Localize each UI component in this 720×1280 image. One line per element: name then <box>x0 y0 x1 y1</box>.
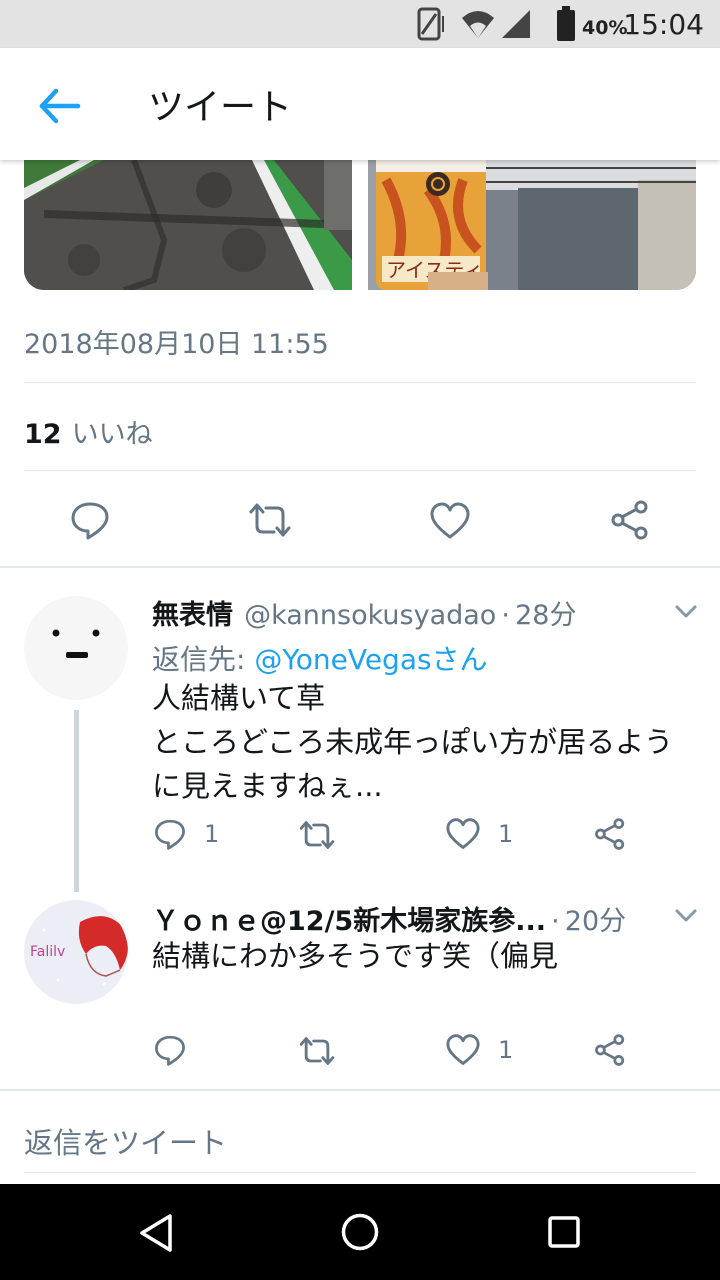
share-icon[interactable] <box>610 500 650 540</box>
signal-icon <box>502 10 530 38</box>
like-heart-icon[interactable] <box>446 1034 480 1066</box>
reply-header: Ｙｏｎｅ@12/5新木場家族参... · 20分 <box>152 899 626 938</box>
thread-line <box>74 710 79 892</box>
share-icon[interactable] <box>594 818 626 850</box>
home-circle-icon[interactable] <box>340 1212 380 1252</box>
anime-drawing-avatar: Falilv <box>24 900 128 1004</box>
recents-square-icon[interactable] <box>546 1214 582 1250</box>
section-separator <box>0 1089 720 1091</box>
reply-time: 28分 <box>515 600 577 631</box>
time-separator: · <box>501 600 511 631</box>
reply-header: 無表情 @kannsokusyadao · 28分 <box>152 593 576 632</box>
wifi-icon <box>462 11 494 38</box>
expressionless-face-avatar <box>24 596 128 700</box>
reply-author-handle[interactable]: @kannsokusyadao <box>244 600 496 631</box>
clock: 15:04 <box>623 8 704 41</box>
reply-author-name[interactable]: 無表情 <box>152 600 233 631</box>
tweet-photo-iced-tea[interactable]: アイスティ <box>368 160 696 290</box>
back-arrow-icon[interactable] <box>32 78 88 134</box>
status-bar: 40% 15:04 <box>0 0 720 48</box>
likes-summary[interactable]: 12 いいね <box>24 412 153 451</box>
like-count: 1 <box>498 1036 514 1064</box>
reply-count: 1 <box>204 820 220 848</box>
reply-body-line: ところどころ未成年っぽい方が居るよう <box>152 725 674 759</box>
reply-body-line: 結構にわか多そうです笑（偏見 <box>152 939 559 973</box>
system-nav-bar <box>0 1184 720 1280</box>
section-separator <box>0 566 720 568</box>
avatar-signature-text: Falilv <box>30 944 65 960</box>
vibrate-icon <box>417 7 444 41</box>
reply-body: 人結構いて草 ところどころ未成年っぽい方が居るよう に見えますねぇ... <box>152 676 673 808</box>
time-separator: · <box>551 906 560 937</box>
app-bar: ツイート <box>0 48 720 160</box>
divider <box>24 382 696 383</box>
retweet-icon[interactable] <box>248 502 292 538</box>
share-icon[interactable] <box>594 1034 626 1066</box>
avatar[interactable]: Falilv <box>24 900 128 1004</box>
like-count: 1 <box>498 820 514 848</box>
reply-body-line: に見えますねぇ... <box>152 769 383 803</box>
reply-to-user-link[interactable]: @YoneVegasさん <box>254 643 487 676</box>
iced-tea-photo-illustration: アイスティ <box>368 160 696 290</box>
battery-percent: 40% <box>582 17 628 39</box>
likes-count: 12 <box>24 419 62 450</box>
likes-label: いいね <box>71 419 153 450</box>
reply-to-label: 返信先: <box>152 643 246 676</box>
reply-body-line: 人結構いて草 <box>152 681 326 715</box>
back-triangle-icon[interactable] <box>136 1212 176 1254</box>
reply-icon[interactable] <box>154 1034 186 1066</box>
reply-icon[interactable] <box>70 500 110 540</box>
battery-icon <box>557 6 575 41</box>
reply-icon[interactable] <box>154 818 186 850</box>
divider <box>24 1172 696 1173</box>
retweet-icon[interactable] <box>298 820 336 850</box>
divider <box>24 470 696 471</box>
reply-to-line: 返信先: @YoneVegasさん <box>152 638 488 678</box>
chevron-down-icon[interactable] <box>674 908 698 924</box>
reply-compose-input[interactable]: 返信をツイート <box>24 1120 227 1162</box>
retweet-icon[interactable] <box>298 1036 336 1066</box>
street-photo-illustration <box>24 160 352 290</box>
avatar[interactable] <box>24 596 128 700</box>
reply-author-name[interactable]: Ｙｏｎｅ@12/5新木場家族参... <box>152 906 546 937</box>
tweet-timestamp: 2018年08月10日 11:55 <box>24 329 329 360</box>
chevron-down-icon[interactable] <box>674 604 698 620</box>
reply-body: 結構にわか多そうです笑（偏見 <box>152 934 558 978</box>
reply-time: 20分 <box>564 906 627 937</box>
page-title: ツイート <box>148 87 293 128</box>
like-heart-icon[interactable] <box>446 818 480 850</box>
tweet-photo-street[interactable] <box>24 160 352 290</box>
like-heart-icon[interactable] <box>430 502 470 540</box>
